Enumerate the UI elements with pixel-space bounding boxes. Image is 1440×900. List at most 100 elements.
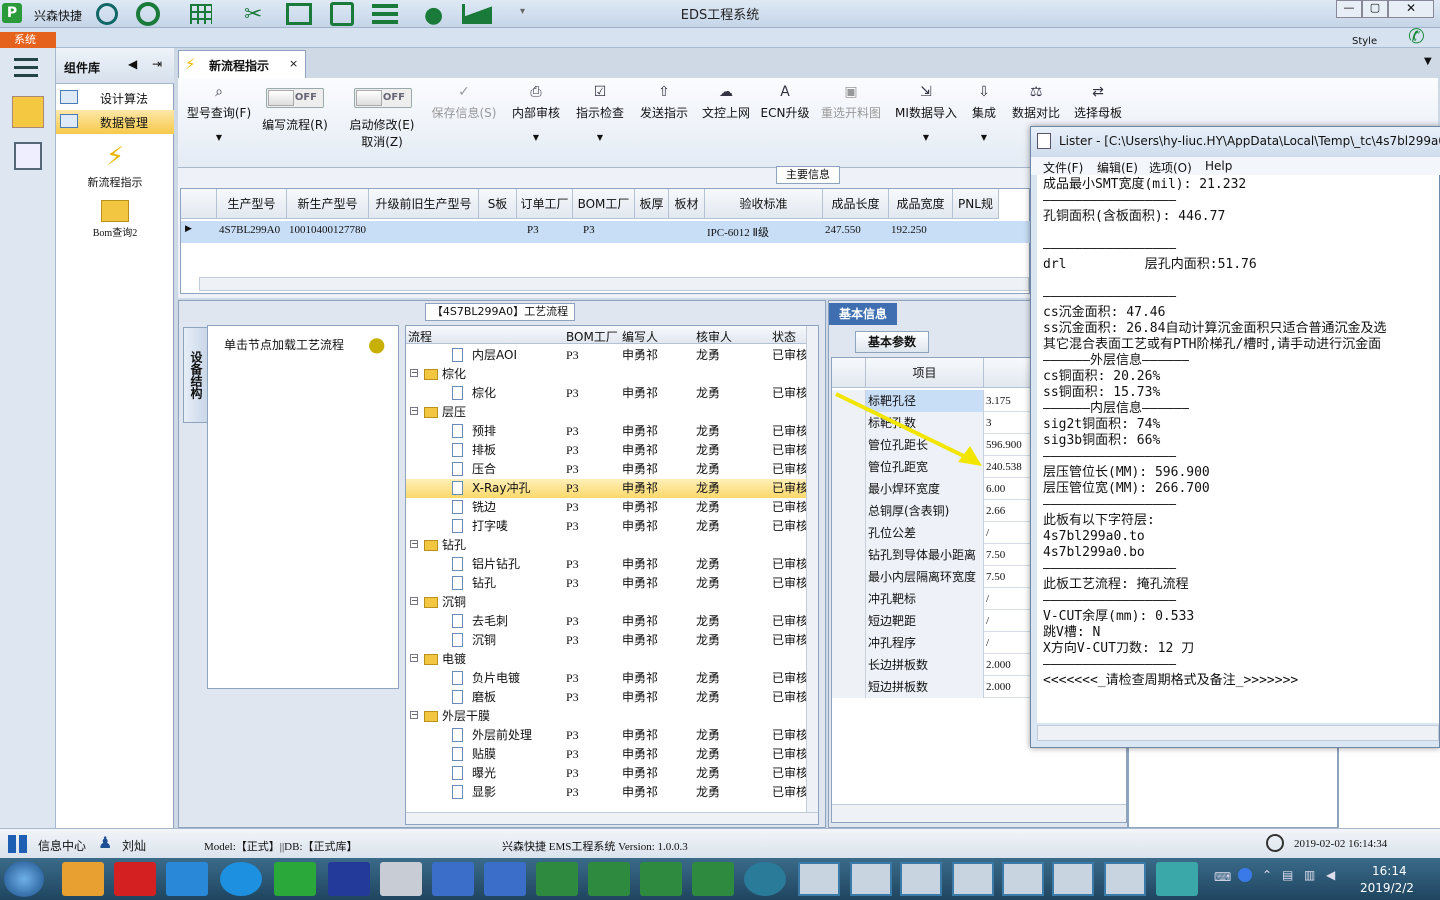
menu-options[interactable]: 选项(O) <box>1149 159 1192 176</box>
grid-cell[interactable]: 247.550 <box>825 224 861 236</box>
taskbar-eds-icon[interactable] <box>274 862 316 896</box>
bom-query-shortcut[interactable]: Bom查询2 <box>56 196 174 242</box>
param-value[interactable]: / <box>986 610 989 632</box>
param-value[interactable]: 7.50 <box>986 566 1005 588</box>
column-header[interactable]: 板材 <box>669 189 705 219</box>
taskbar-excel-window-icon[interactable] <box>1052 862 1094 896</box>
cancel-label[interactable]: 取消(Z) <box>344 133 420 150</box>
save-info-button[interactable]: ✓ 保存信息(S) <box>428 84 500 121</box>
grid-cell[interactable]: 10010400127780 <box>289 224 366 236</box>
expand-collapse-icon[interactable]: − <box>410 597 418 605</box>
process-tree-row[interactable]: 负片电镀 P3 申勇祁 龙勇 已审核 <box>406 669 808 688</box>
horizontal-scrollbar[interactable] <box>832 804 1126 822</box>
tab-basic-info[interactable]: 基本信息 <box>829 303 897 325</box>
pin-icon[interactable]: ⇥ <box>152 57 162 71</box>
tab-basic-params[interactable]: 基本参数 <box>855 331 929 353</box>
expand-collapse-icon[interactable]: − <box>410 540 418 548</box>
internal-review-button[interactable]: ⎙ 内部审核 ▼ <box>508 84 564 142</box>
param-value[interactable]: 7.50 <box>986 544 1005 566</box>
ecn-upgrade-button[interactable]: A ECN升级 <box>760 84 810 121</box>
process-tree-row[interactable]: 棕化 P3 申勇祁 龙勇 已审核 <box>406 384 808 403</box>
process-tree-row[interactable]: 沉铜 P3 申勇祁 龙勇 已审核 <box>406 631 808 650</box>
expand-collapse-icon[interactable]: − <box>410 654 418 662</box>
tray-help-icon[interactable] <box>1238 868 1252 882</box>
process-tree-row[interactable]: − 层压 <box>406 403 806 422</box>
taskbar-excel-icon[interactable] <box>588 862 630 896</box>
system-tab[interactable]: 系统 <box>0 32 56 48</box>
grid-cell[interactable]: P3 <box>527 224 539 236</box>
taskbar-save-icon[interactable] <box>328 862 370 896</box>
taskbar-excel-window-icon[interactable] <box>1104 862 1146 896</box>
process-tree-row[interactable]: − 电镀 <box>406 650 806 669</box>
process-tree-row[interactable]: 铝片钻孔 P3 申勇祁 龙勇 已审核 <box>406 555 808 574</box>
calculator-icon[interactable] <box>14 142 42 170</box>
select-mother-board-button[interactable]: ⇄ 选择母板 <box>1070 84 1126 121</box>
taskbar-excel-window-icon[interactable] <box>850 862 892 896</box>
tray-keyboard-icon[interactable]: ⌨ <box>1214 870 1231 884</box>
lister-text-area[interactable]: 成品最小SMT宽度(mil): 21.232 ————————————————— 孔… <box>1037 175 1439 723</box>
process-tree-row[interactable]: 排板 P3 申勇祁 龙勇 已审核 <box>406 441 808 460</box>
tray-arrow-icon[interactable]: ⌃ <box>1262 868 1272 882</box>
column-header[interactable]: PNL规 <box>953 189 999 219</box>
taskbar-ie-icon[interactable] <box>166 862 208 896</box>
process-tree-row[interactable]: X-Ray冲孔 P3 申勇祁 龙勇 已审核 <box>406 479 808 498</box>
column-header[interactable]: 新生产型号 <box>287 189 369 219</box>
param-value[interactable]: 2.000 <box>986 654 1011 676</box>
param-value[interactable]: / <box>986 522 989 544</box>
expand-collapse-icon[interactable]: − <box>410 407 418 415</box>
process-tree-row[interactable]: 钻孔 P3 申勇祁 龙勇 已审核 <box>406 574 808 593</box>
column-header[interactable]: 成品宽度 <box>889 189 953 219</box>
column-header[interactable]: 生产型号 <box>217 189 287 219</box>
tab-close-icon[interactable]: × <box>289 57 298 70</box>
start-button[interactable] <box>4 861 44 897</box>
vertical-scrollbar[interactable] <box>806 326 818 812</box>
taskbar-chat-icon[interactable] <box>220 862 262 896</box>
tray-icon[interactable]: ▤ <box>1282 868 1293 882</box>
phone-icon[interactable]: ✆ <box>1408 24 1425 48</box>
param-value[interactable]: 240.538 <box>986 456 1022 478</box>
taskbar-excel-icon[interactable] <box>536 862 578 896</box>
column-header[interactable]: 成品长度 <box>823 189 889 219</box>
taskbar-app-shell-icon[interactable] <box>62 862 104 896</box>
data-compare-button[interactable]: ⚖ 数据对比 <box>1008 84 1064 121</box>
horizontal-scrollbar[interactable] <box>199 277 1029 291</box>
column-header[interactable]: 状态 <box>772 328 796 345</box>
column-header[interactable]: BOM工厂 <box>573 189 635 219</box>
integrate-button[interactable]: ⇩ 集成 ▼ <box>966 84 1002 142</box>
grid-cell[interactable]: P3 <box>583 224 595 236</box>
process-tree-row[interactable]: 显影 P3 申勇祁 龙勇 已审核 <box>406 783 808 802</box>
model-query-button[interactable]: ⌕ 型号查询(F) ▼ <box>184 84 254 142</box>
taskbar-excel-icon[interactable] <box>692 862 734 896</box>
menu-edit[interactable]: 编辑(E) <box>1097 159 1138 176</box>
info-center-label[interactable]: 信息中心 <box>38 837 86 854</box>
param-value[interactable]: 596.900 <box>986 434 1022 456</box>
menu-file[interactable]: 文件(F) <box>1043 159 1083 176</box>
taskbar-word-icon[interactable] <box>432 862 474 896</box>
reselect-cutting-button[interactable]: ▣ 重选开料图 <box>818 84 884 121</box>
taskbar-excel-window-icon[interactable] <box>952 862 994 896</box>
style-label[interactable]: Style <box>1352 36 1377 47</box>
taskbar-excel-window-icon[interactable] <box>798 862 840 896</box>
process-tree-row[interactable]: 曝光 P3 申勇祁 龙勇 已审核 <box>406 764 808 783</box>
process-tree-row[interactable]: − 外层干膜 <box>406 707 806 726</box>
param-value[interactable]: 2.000 <box>986 676 1011 698</box>
column-header[interactable]: 流程 <box>408 328 432 345</box>
process-tree-row[interactable]: 去毛刺 P3 申勇祁 龙勇 已审核 <box>406 612 808 631</box>
process-tree-row[interactable]: − 棕化 <box>406 365 806 384</box>
taskbar-word-icon[interactable] <box>484 862 526 896</box>
taskbar-keyboard-icon[interactable] <box>380 862 422 896</box>
param-value[interactable]: / <box>986 632 989 654</box>
process-tree-row[interactable]: 打字唛 P3 申勇祁 龙勇 已审核 <box>406 517 808 536</box>
maximize-button[interactable]: ▢ <box>1362 0 1388 18</box>
param-value[interactable]: 6.00 <box>986 478 1005 500</box>
column-header[interactable]: 核审人 <box>696 328 732 345</box>
process-tree-row[interactable]: 内层AOI P3 申勇祁 龙勇 已审核 <box>406 346 808 365</box>
yx-logo-icon[interactable] <box>12 96 44 128</box>
process-tree-row[interactable]: − 沉铜 <box>406 593 806 612</box>
grid-cell[interactable]: 192.250 <box>891 224 927 236</box>
process-tree-row[interactable]: 外层前处理 P3 申勇祁 龙勇 已审核 <box>406 726 808 745</box>
nav-item-design-algorithm[interactable]: 设计算法 <box>56 86 174 110</box>
process-tree-row[interactable]: 磨板 P3 申勇祁 龙勇 已审核 <box>406 688 808 707</box>
nav-item-data-management[interactable]: 数据管理 <box>56 110 174 134</box>
taskbar-lister-icon[interactable] <box>1156 862 1198 896</box>
